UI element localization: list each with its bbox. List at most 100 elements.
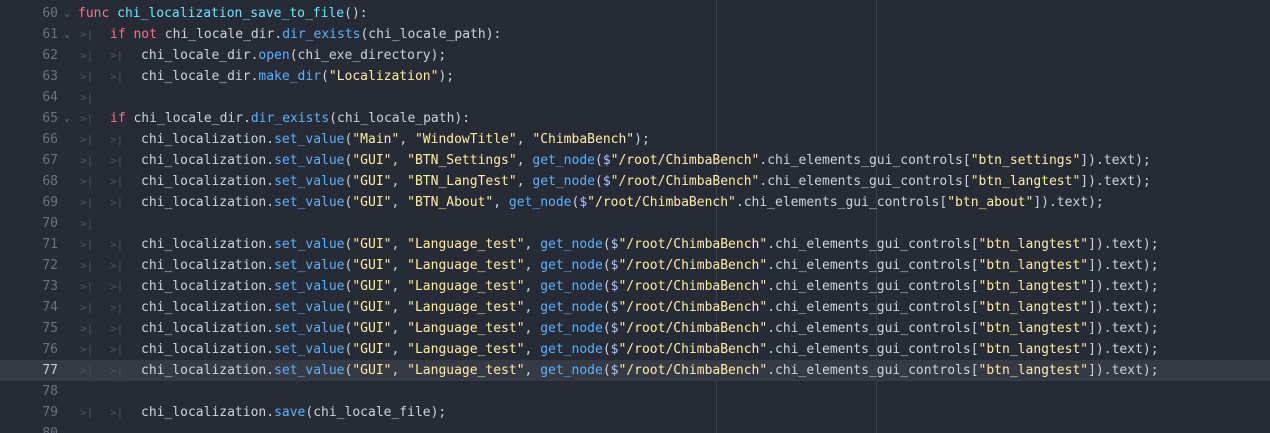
code-token: ( xyxy=(595,174,603,189)
line-number: 63 xyxy=(42,69,58,84)
tab-indent-icon: >| xyxy=(80,238,94,251)
code-token: "/root/ChimbaBench" xyxy=(618,258,768,273)
code-token: chi_localization. xyxy=(141,363,275,378)
code-token: "/root/ChimbaBench" xyxy=(610,174,760,189)
tab-indent-icon: >| xyxy=(80,217,94,230)
code-token: , xyxy=(391,300,408,315)
code-line[interactable]: 76 >| >| chi_localization.set_value ("GUI", … xyxy=(0,339,1270,360)
code-token: "btn_langtest" xyxy=(978,300,1089,315)
line-number: 68 xyxy=(42,174,58,189)
code-line[interactable]: 64 >| xyxy=(0,87,1270,108)
code-token: "Localization" xyxy=(328,69,439,84)
line-number: 69 xyxy=(42,195,58,210)
code-token: if xyxy=(110,111,134,126)
code-token: "btn_langtest" xyxy=(978,279,1089,294)
code-token: $ xyxy=(579,195,588,210)
fold-arrow-icon[interactable]: ⌄ xyxy=(61,3,73,24)
code-token: "btn_langtest" xyxy=(978,237,1089,252)
code-token: ]).text); xyxy=(1033,195,1104,210)
code-token: , xyxy=(524,279,541,294)
code-token: , xyxy=(391,363,408,378)
code-token: , xyxy=(391,195,408,210)
code-token: chi_localization. xyxy=(141,321,275,336)
line-number: 70 xyxy=(42,216,58,231)
code-token: "btn_settings" xyxy=(970,153,1081,168)
line-number: 77 xyxy=(42,363,58,378)
code-token: get_node xyxy=(508,195,572,210)
code-token: "GUI" xyxy=(352,174,392,189)
tab-indent-icon: >| xyxy=(110,322,124,335)
tab-indent-icon: >| xyxy=(80,112,94,125)
code-token: ]).text); xyxy=(1088,321,1159,336)
code-line[interactable]: 73 >| >| chi_localization.set_value ("GUI", … xyxy=(0,276,1270,297)
code-line[interactable]: 67 >| >| chi_localization.set_value ("GUI", … xyxy=(0,150,1270,171)
code-token: set_value xyxy=(274,132,345,147)
code-token: chi_locale_dir. xyxy=(164,27,283,42)
code-token: get_node xyxy=(540,321,603,336)
code-line[interactable]: 77 >| >| chi_localization.set_value ("GUI", … xyxy=(0,360,1270,381)
fold-arrow-icon[interactable]: ⌄ xyxy=(61,108,73,129)
code-token: chi_localization. xyxy=(141,342,275,357)
code-token: "Language_test" xyxy=(407,321,525,336)
code-line[interactable]: 63 >| >| chi_locale_dir.make_dir("Localizat… xyxy=(0,66,1270,87)
code-token: "BTN_About" xyxy=(407,195,494,210)
code-token: ( xyxy=(602,321,611,336)
tab-indent-icon: >| xyxy=(110,259,124,272)
code-token: , xyxy=(399,132,415,147)
code-token: set_value xyxy=(274,279,345,294)
code-line[interactable]: 60 ⌄ func chi_localization_save_to_file(): xyxy=(0,3,1270,24)
code-token: "/root/ChimbaBench" xyxy=(618,300,768,315)
tab-indent-icon: >| xyxy=(80,322,94,335)
code-line[interactable]: 78 xyxy=(0,381,1270,402)
code-line[interactable]: 70 >| xyxy=(0,213,1270,234)
code-line[interactable]: 74 >| >| chi_localization.set_value ("GUI", … xyxy=(0,297,1270,318)
code-token: ( xyxy=(321,69,329,84)
fold-arrow-icon[interactable]: ⌄ xyxy=(61,24,73,45)
tab-indent-icon: >| xyxy=(80,175,94,188)
code-token: (chi_locale_path): xyxy=(360,27,502,42)
code-token: "WindowTitle" xyxy=(414,132,517,147)
code-text: chi_localization.set_value ("GUI", "Langu… xyxy=(141,234,1159,255)
code-token: ]).text); xyxy=(1080,174,1151,189)
code-token: ]).text); xyxy=(1080,153,1151,168)
code-line[interactable]: 80 xyxy=(0,423,1270,433)
code-token: , xyxy=(391,279,408,294)
code-line[interactable]: 69 >| >| chi_localization.set_value("GUI", … xyxy=(0,192,1270,213)
code-token: chi_localization. xyxy=(141,237,275,252)
tab-indent-icon: >| xyxy=(110,196,124,209)
code-line[interactable]: 75 >| >| chi_localization.set_value ("GUI", … xyxy=(0,318,1270,339)
code-token: ( xyxy=(602,342,611,357)
code-token: "Language_test" xyxy=(407,300,525,315)
code-token: "btn_langtest" xyxy=(970,174,1081,189)
line-number: 65 xyxy=(42,111,58,126)
code-text: chi_localization.set_value ("GUI", "BTN_L… xyxy=(141,171,1151,192)
code-text: func chi_localization_save_to_file(): xyxy=(78,3,368,24)
code-token: "/root/ChimbaBench" xyxy=(618,363,768,378)
tab-indent-icon: >| xyxy=(110,133,124,146)
code-token: get_node xyxy=(540,300,603,315)
tab-indent-icon: >| xyxy=(80,154,94,167)
code-token: chi_locale_dir. xyxy=(133,111,251,126)
tab-indent-icon: >| xyxy=(110,154,124,167)
code-editor[interactable]: 60 ⌄ func chi_localization_save_to_file():… xyxy=(0,0,1270,433)
tab-indent-icon: >| xyxy=(80,406,94,419)
code-line[interactable]: 68 >| >| chi_localization.set_value ("GUI", … xyxy=(0,171,1270,192)
code-token: chi_localization_save_to_file xyxy=(117,6,345,21)
line-number: 80 xyxy=(0,423,58,433)
code-text: chi_localization.set_value ("GUI", "Langu… xyxy=(141,360,1159,381)
code-text: chi_localization.set_value ("GUI", "Langu… xyxy=(141,276,1159,297)
code-line[interactable]: 71 >| >| chi_localization.set_value ("GUI", … xyxy=(0,234,1270,255)
code-line[interactable]: 66 >| >| chi_localization.set_value("Main",… xyxy=(0,129,1270,150)
tab-indent-icon: >| xyxy=(80,49,94,62)
code-line[interactable]: 72 >| >| chi_localization.set_value ("GUI", … xyxy=(0,255,1270,276)
tab-indent-icon: >| xyxy=(110,238,124,251)
code-token: "GUI" xyxy=(352,300,392,315)
code-line[interactable]: 61 ⌄ >| if not chi_locale_dir.dir_exists(ch… xyxy=(0,24,1270,45)
line-number: 75 xyxy=(42,321,58,336)
code-line[interactable]: 62 >| >| chi_locale_dir.open(chi_exe_direct… xyxy=(0,45,1270,66)
code-token: chi_localization. xyxy=(141,279,275,294)
code-token: dir_exists xyxy=(250,111,330,126)
code-token: ( xyxy=(602,279,611,294)
code-line[interactable]: 79 >| >| chi_localization.save(chi_locale_f… xyxy=(0,402,1270,423)
code-line[interactable]: 65 ⌄ >| if chi_locale_dir.dir_exists(chi_lo… xyxy=(0,108,1270,129)
